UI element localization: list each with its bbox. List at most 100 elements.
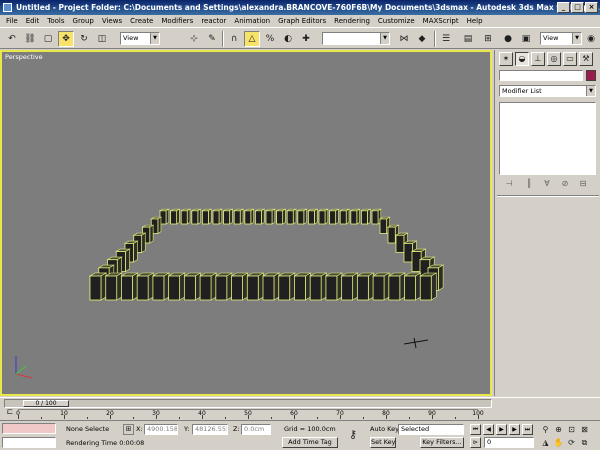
wall-block [104,272,123,301]
key-mode-select[interactable]: Selected [398,424,464,435]
object-color-swatch[interactable] [586,70,596,81]
pivot-center-icon[interactable]: ⊹ [186,31,202,47]
field-of-view-icon[interactable]: ◮ [540,437,551,448]
go-to-end-icon[interactable]: ⏭ [522,424,533,435]
wall-block [151,272,170,301]
menu-views[interactable]: Views [98,15,126,27]
menu-reactor[interactable]: reactor [197,15,230,27]
set-key-button[interactable]: Set Key [370,437,396,448]
mirror-icon[interactable]: ⋈ [396,31,412,47]
wall-block [317,208,329,225]
viewport-perspective[interactable]: Perspective [0,50,492,396]
modifier-list-select[interactable]: Modifier List ▼ [499,85,596,97]
add-time-tag-button[interactable]: Add Time Tag [282,437,338,448]
menu-group[interactable]: Group [69,15,98,27]
named-selection-select[interactable]: ▼ [322,32,390,45]
show-end-result-icon[interactable]: ║ [523,178,535,190]
pan-icon[interactable]: ✋ [553,437,564,448]
render-setup-icon[interactable]: ▣ [518,31,534,47]
object-name-input[interactable] [499,70,583,81]
play-icon[interactable]: ▶ [496,424,507,435]
material-editor-icon[interactable]: ● [500,31,516,47]
display-tab-icon[interactable]: ▭ [563,52,577,66]
menu-modifiers[interactable]: Modifiers [157,15,197,27]
command-panel: ✶ ◒ ⊥ ◎ ▭ ⚒ Modifier List ▼ ⊣ ║ ∀ ⊘ ⊟ [494,50,600,396]
close-button[interactable]: × [585,2,598,13]
undo-icon[interactable]: ↶ [4,31,20,47]
orbit-icon[interactable]: ⟳ [566,437,577,448]
reference-coordinate-select[interactable]: View ▼ [120,32,160,45]
key-mode-toggle-icon[interactable]: ⊳ [470,437,481,448]
wall-block [356,272,375,301]
selection-status: None Selecte [66,425,110,433]
minimize-button[interactable]: _ [557,2,570,13]
menu-maxscript[interactable]: MAXScript [419,15,463,27]
maximize-viewport-icon[interactable]: ⧉ [579,437,590,448]
select-move-icon[interactable]: ✥ [58,31,74,47]
track-bar[interactable]: 0 10 20 30 40 50 60 70 80 90 100 [16,409,484,419]
edit-named-selection-icon[interactable]: ✚ [298,31,314,47]
menu-file[interactable]: File [2,15,22,27]
select-rotate-icon[interactable]: ↻ [76,31,92,47]
previous-frame-icon[interactable]: ◀ [483,424,494,435]
wall-block [293,272,312,301]
menu-customize[interactable]: Customize [374,15,419,27]
configure-modifier-sets-icon[interactable]: ⊟ [577,178,589,190]
timeline-tick-label: 50 [244,410,252,417]
viewport-label[interactable]: Perspective [5,53,43,61]
zoom-icon[interactable]: ⚲ [540,424,551,435]
utilities-tab-icon[interactable]: ⚒ [579,52,593,66]
menu-help[interactable]: Help [463,15,487,27]
key-icon[interactable]: ⚷ [344,427,362,443]
maxscript-listener-input[interactable] [2,423,56,434]
zoom-extents-all-icon[interactable]: ⊠ [579,424,590,435]
spinner-snap-icon[interactable]: ◐ [280,31,296,47]
modify-tab-icon[interactable]: ◒ [515,52,529,66]
wall-block [264,208,276,225]
modifier-stack[interactable] [499,102,596,175]
menu-tools[interactable]: Tools [43,15,68,27]
menu-animation[interactable]: Animation [230,15,274,27]
transform-type-in-icon[interactable]: ⊞ [123,424,134,435]
z-coordinate-field[interactable]: 0.0cm [241,424,271,435]
select-link-icon[interactable]: ⛓ [22,31,38,47]
hierarchy-tab-icon[interactable]: ⊥ [531,52,545,66]
maxscript-output[interactable] [2,437,56,448]
menu-edit[interactable]: Edit [22,15,44,27]
snap-toggle-icon[interactable]: ∩ [226,31,242,47]
menu-create[interactable]: Create [126,15,157,27]
align-icon[interactable]: ◆ [414,31,430,47]
current-frame-field[interactable]: 0 [484,437,534,448]
percent-snap-icon[interactable]: % [262,31,278,47]
pin-stack-icon[interactable]: ⊣ [503,178,515,190]
create-tab-icon[interactable]: ✶ [499,52,513,66]
angle-snap-icon[interactable]: △ [244,31,260,47]
next-frame-icon[interactable]: ▶ [509,424,520,435]
timeline-tick-label: 70 [336,410,344,417]
go-to-start-icon[interactable]: ⏮ [470,424,481,435]
layer-manager-icon[interactable]: ☰ [438,31,454,47]
maximize-button[interactable]: □ [571,2,584,13]
x-coordinate-field[interactable]: 4900.158c [144,424,178,435]
menu-rendering[interactable]: Rendering [330,15,374,27]
menu-graph-editors[interactable]: Graph Editors [274,15,330,27]
schematic-view-icon[interactable]: ⊞ [480,31,496,47]
wall-block [230,272,249,301]
select-manipulate-icon[interactable]: ✎ [204,31,220,47]
render-view-select[interactable]: View ▼ [540,32,582,45]
key-filters-button[interactable]: Key Filters... [420,437,464,448]
make-unique-icon[interactable]: ∀ [541,178,553,190]
quick-render-icon[interactable]: ◉ [583,31,599,47]
zoom-extents-icon[interactable]: ⊡ [566,424,577,435]
time-slider-thumb[interactable]: 0 / 100 [23,400,69,407]
zoom-all-icon[interactable]: ⊕ [553,424,564,435]
select-object-icon[interactable]: ▢ [40,31,56,47]
time-slider[interactable]: 0 / 100 [4,399,492,408]
select-scale-icon[interactable]: ◫ [94,31,110,47]
auto-key-label[interactable]: Auto Key [370,424,399,434]
wall-block [328,208,340,225]
remove-modifier-icon[interactable]: ⊘ [559,178,571,190]
motion-tab-icon[interactable]: ◎ [547,52,561,66]
y-coordinate-field[interactable]: 48126.555 [192,424,228,435]
curve-editor-icon[interactable]: ▤ [460,31,476,47]
